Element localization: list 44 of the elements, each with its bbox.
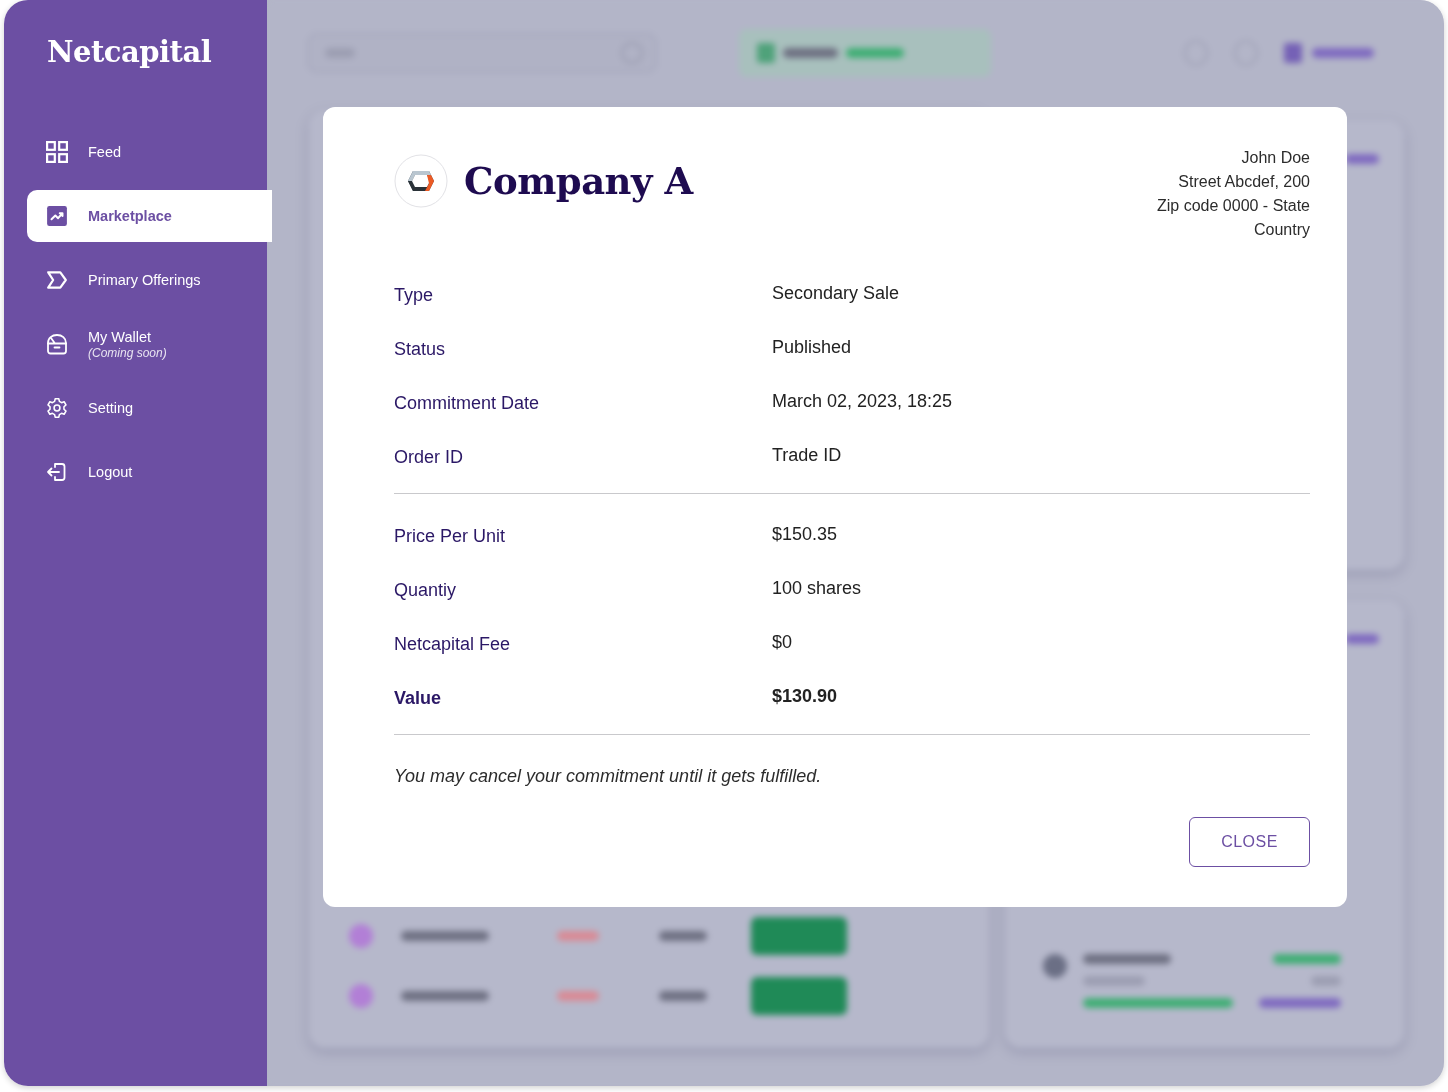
detail-label: Price Per Unit [394, 525, 507, 547]
wallet-icon [46, 333, 68, 355]
logout-icon [46, 461, 68, 483]
sidebar-item[interactable]: Marketplace [27, 190, 272, 242]
sidebar-item[interactable]: My Wallet (Coming soon) [27, 318, 272, 370]
detail-value: Secondary Sale [772, 282, 900, 304]
detail-value: $130.90 [772, 685, 838, 707]
detail-value: Trade ID [772, 444, 842, 466]
trend-chart-icon [46, 205, 68, 227]
detail-label: Order ID [394, 446, 464, 468]
detail-label: Quantiy [394, 579, 458, 601]
brand-logo: Netcapital [47, 34, 212, 70]
sidebar-item-label: Setting [88, 399, 134, 417]
grid-icon [46, 141, 68, 163]
sidebar-item-label: Primary Offerings [88, 271, 201, 289]
detail-value: $0 [772, 631, 793, 653]
sidebar-item-label: Feed [88, 143, 122, 161]
detail-label: Commitment Date [394, 392, 541, 414]
sidebar-item[interactable]: Primary Offerings [27, 254, 272, 306]
detail-value: March 02, 2023, 18:25 [772, 390, 953, 412]
address-line: John Doe [1241, 148, 1310, 168]
chevron-tag-icon [46, 269, 68, 291]
sidebar-item[interactable]: Logout [27, 446, 272, 498]
cancel-note: You may cancel your commitment until it gets fulfilled. [394, 765, 823, 788]
address-line: Zip code 0000 - State [1157, 196, 1310, 216]
detail-label: Value [394, 687, 443, 709]
sidebar-item-label: My Wallet [88, 328, 153, 346]
sidebar-item-label: Marketplace [88, 207, 172, 225]
settings-icon [46, 397, 68, 419]
sidebar-item[interactable]: Setting [27, 382, 272, 434]
detail-value: 100 shares [772, 577, 862, 599]
detail-value: Published [772, 336, 852, 358]
detail-label: Type [394, 284, 435, 306]
sidebar-item[interactable]: Feed [27, 126, 272, 178]
close-button[interactable]: CLOSE [1189, 817, 1310, 867]
sidebar-item-note: (Coming soon) [88, 345, 167, 360]
address-line: Country [1253, 220, 1310, 240]
detail-label: Netcapital Fee [394, 633, 512, 655]
hexagon-logo-icon [394, 154, 448, 208]
address-line: Street Abcdef, 200 [1178, 172, 1310, 192]
detail-label: Status [394, 338, 447, 360]
company-name: Company A [464, 158, 693, 204]
detail-value: $150.35 [772, 523, 838, 545]
sidebar-item-label: Logout [88, 463, 133, 481]
